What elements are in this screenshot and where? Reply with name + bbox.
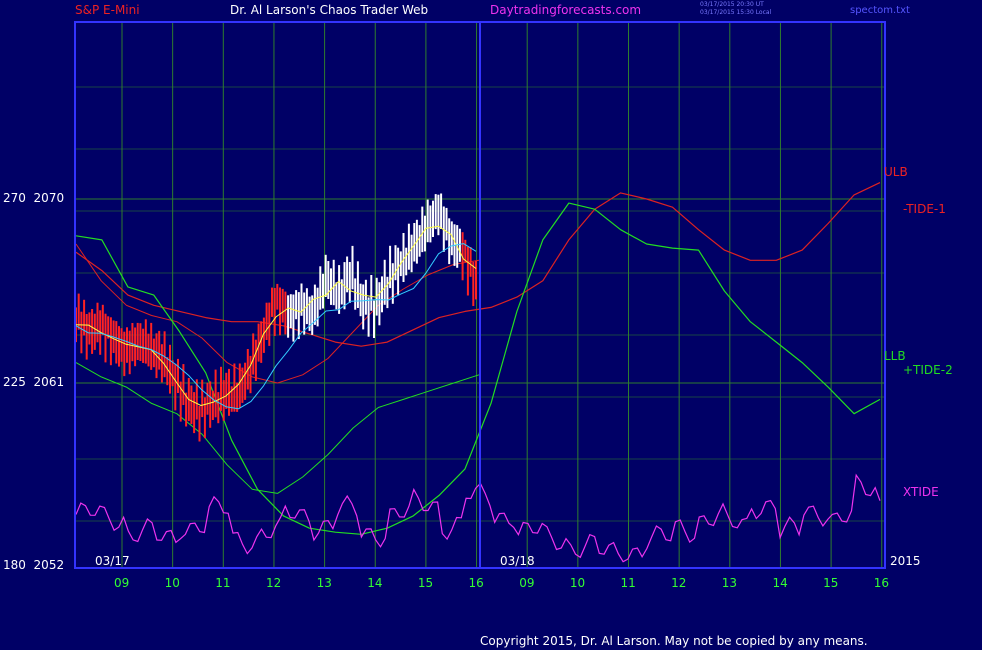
xtide-series-line	[75, 473, 881, 563]
tide2-label: +TIDE-2	[903, 363, 953, 377]
x-tick-label: 11	[620, 576, 636, 590]
x-tick-label: 13	[316, 576, 332, 590]
y-label-270: 270 2070	[3, 191, 65, 205]
price-chart	[74, 21, 886, 569]
plot-area	[75, 182, 881, 563]
date-label-0318: 03/18	[500, 554, 535, 568]
year-label: 2015	[890, 554, 921, 568]
x-tick-label: 10	[569, 576, 586, 590]
llb-series-line	[75, 202, 881, 535]
llb-label: LLB	[884, 349, 906, 363]
x-tick-label: 09	[114, 576, 130, 590]
x-tick-label: 12	[265, 576, 282, 590]
ulb-envelope-line	[75, 243, 480, 384]
x-tick-label: 15	[417, 576, 434, 590]
copyright-notice: Copyright 2015, Dr. Al Larson. May not b…	[480, 634, 868, 648]
x-tick-label: 14	[772, 576, 788, 590]
x-tick-label: 16	[873, 576, 890, 590]
x-tick-label: 11	[215, 576, 231, 590]
ulb-label: ULB	[884, 165, 908, 179]
date-label-0317: 03/17	[95, 554, 130, 568]
y-label-180: 180 2052	[3, 558, 65, 572]
x-tick-label: 14	[367, 576, 383, 590]
x-tick-label: 09	[519, 576, 535, 590]
ulb-series-line	[75, 182, 881, 347]
slow-ma-line	[75, 243, 477, 410]
x-tick-label: 16	[468, 576, 484, 590]
llb-envelope-line	[75, 362, 480, 494]
y-label-225: 225 2061	[3, 375, 65, 389]
tide1-label: -TIDE-1	[903, 202, 946, 216]
x-tick-label: 13	[721, 576, 738, 590]
xtide-label: XTIDE	[903, 485, 939, 499]
x-tick-label: 12	[671, 576, 687, 590]
x-tick-label: 15	[823, 576, 839, 590]
x-tick-label: 10	[164, 576, 180, 590]
